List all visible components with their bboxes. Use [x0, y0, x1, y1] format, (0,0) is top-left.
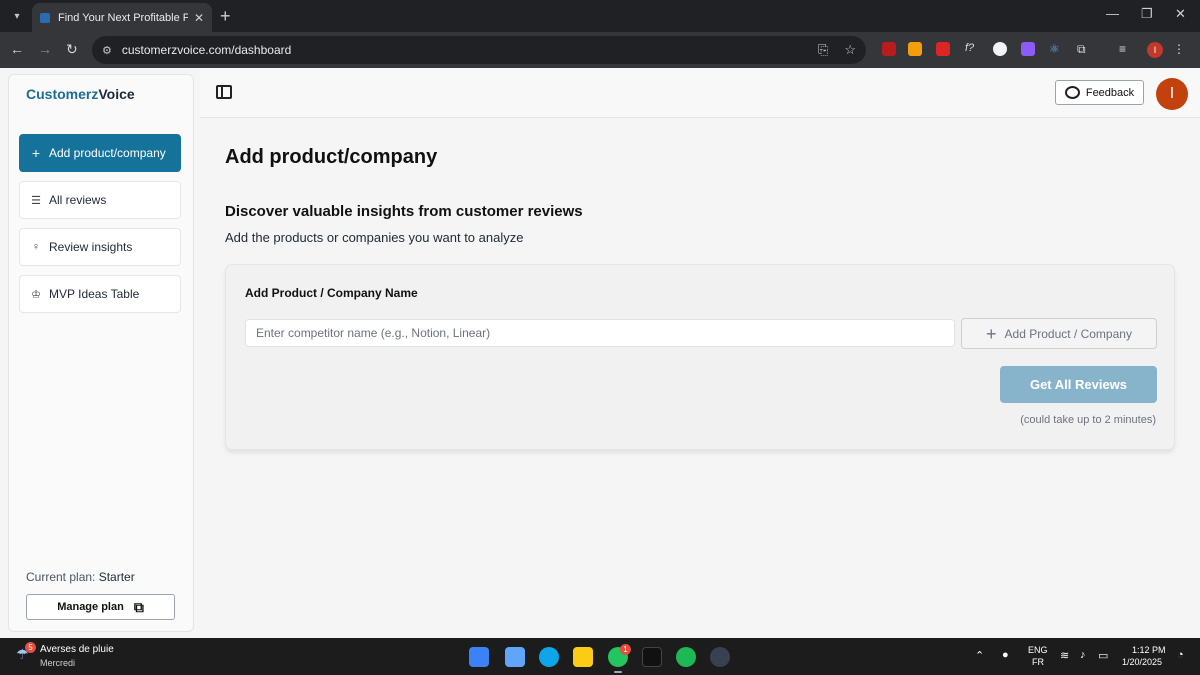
wifi-icon[interactable]: ≋: [1060, 649, 1069, 662]
extensions-puzzle-icon[interactable]: ⧉: [1077, 42, 1091, 56]
window-close-icon[interactable]: ✕: [1175, 6, 1186, 22]
weather-day: Mercredi: [40, 658, 76, 668]
terminal-app-icon[interactable]: [642, 647, 662, 667]
add-product-card: Add Product / Company Name + Add Product…: [225, 264, 1175, 450]
react-devtools-icon[interactable]: ⚛: [1049, 42, 1063, 56]
tab-close-icon[interactable]: ✕: [194, 11, 204, 25]
sidebar-toggle-icon[interactable]: [216, 85, 232, 99]
site-favicon-icon: [40, 12, 50, 23]
sidebar-item-label: MVP Ideas Table: [49, 287, 140, 301]
tray-chevron-up-icon[interactable]: ⌃: [975, 649, 984, 662]
feedback-button[interactable]: Feedback: [1055, 80, 1144, 105]
sidebar-item-label: Add product/company: [49, 146, 166, 160]
sidebar: CustomerzVoice + Add product/company ☰ A…: [8, 74, 194, 632]
site-info-icon[interactable]: ⚙: [102, 44, 112, 57]
bookmark-star-icon[interactable]: ☆: [844, 42, 856, 58]
app-logo[interactable]: CustomerzVoice: [26, 86, 135, 102]
add-product-button[interactable]: + Add Product / Company: [961, 318, 1157, 349]
browser-menu-icon[interactable]: ⋮: [1173, 42, 1187, 56]
top-bar: Feedback I: [200, 68, 1200, 118]
minimize-icon[interactable]: —: [1106, 6, 1119, 21]
url-text: customerzvoice.com/dashboard: [121, 43, 292, 57]
file-explorer-icon[interactable]: [573, 647, 593, 667]
notepad-icon[interactable]: [505, 647, 525, 667]
browser-tab[interactable]: Find Your Next Profitable Produ ✕: [32, 3, 212, 32]
spotify-icon[interactable]: [676, 647, 696, 667]
external-link-icon: ⧉: [133, 598, 144, 615]
keyboard-layout: FR: [1032, 657, 1044, 667]
page-title: Add product/company: [225, 146, 438, 168]
taskbar: ☂ 5 Averses de pluie Mercredi 1 ⌃ ● ENG …: [0, 638, 1200, 675]
section-subtitle: Add the products or companies you want t…: [225, 230, 524, 245]
forward-icon[interactable]: →: [38, 41, 52, 57]
back-icon[interactable]: ←: [10, 41, 24, 57]
browser-toolbar: ← → ↻ ⚙ customerzvoice.com/dashboard ⎘ ☆…: [0, 32, 1200, 68]
extension-icon[interactable]: [882, 42, 896, 56]
ghost-extension-icon[interactable]: [993, 42, 1007, 56]
browser-tab-bar: ▾ Find Your Next Profitable Produ ✕ + — …: [0, 0, 1200, 32]
volume-icon[interactable]: ♪: [1080, 649, 1086, 661]
app-root: CustomerzVoice + Add product/company ☰ A…: [0, 68, 1200, 638]
weather-text[interactable]: Averses de pluie: [40, 644, 114, 655]
sidebar-item-label: All reviews: [49, 193, 107, 207]
edge-browser-icon[interactable]: [539, 647, 559, 667]
section-heading: Discover valuable insights from customer…: [225, 203, 583, 220]
company-name-label: Add Product / Company Name: [245, 286, 418, 300]
clock-date: 1/20/2025: [1122, 657, 1163, 667]
address-bar[interactable]: ⚙ customerzvoice.com/dashboard ⎘ ☆: [92, 36, 866, 64]
plus-icon: +: [31, 145, 41, 161]
sidebar-item-all-reviews[interactable]: ☰ All reviews: [19, 181, 181, 219]
get-all-reviews-button[interactable]: Get All Reviews: [1000, 366, 1157, 403]
plan-name: Starter: [98, 570, 135, 584]
extension-icon[interactable]: [908, 42, 922, 56]
new-tab-icon[interactable]: +: [220, 6, 231, 26]
manage-plan-button[interactable]: Manage plan ⧉: [26, 594, 175, 620]
chrome-badge: 1: [620, 644, 631, 655]
logo-prefix: Customerz: [26, 86, 99, 102]
battery-icon[interactable]: ▭: [1098, 649, 1108, 662]
manage-plan-label: Manage plan: [57, 601, 124, 613]
start-windows-icon[interactable]: [469, 647, 489, 667]
current-plan: Current plan: Starter: [26, 570, 135, 584]
competitor-name-input[interactable]: [245, 319, 955, 347]
sidebar-item-label: Review insights: [49, 240, 133, 254]
duration-note: (could take up to 2 minutes): [1020, 414, 1156, 426]
avatar[interactable]: I: [1156, 78, 1188, 110]
sidebar-item-mvp-ideas[interactable]: ♔ MVP Ideas Table: [19, 275, 181, 313]
obs-icon[interactable]: [710, 647, 730, 667]
restore-icon[interactable]: ❐: [1141, 6, 1153, 22]
logo-suffix: Voice: [98, 86, 135, 102]
reload-icon[interactable]: ↻: [66, 41, 78, 58]
feedback-label: Feedback: [1085, 86, 1135, 99]
language-indicator[interactable]: ENG: [1028, 645, 1048, 655]
crown-icon: ♔: [31, 288, 41, 301]
notifications-icon[interactable]: ◔: [1177, 649, 1184, 661]
browser-profile-avatar[interactable]: I: [1147, 42, 1163, 58]
clock-time[interactable]: 1:12 PM: [1132, 645, 1166, 655]
list-check-icon: ☰: [31, 194, 41, 207]
formula-extension-icon[interactable]: f?: [965, 42, 979, 56]
add-product-label: Add Product / Company: [1004, 326, 1132, 341]
weather-badge: 5: [25, 642, 36, 653]
reading-list-icon[interactable]: ≡: [1119, 42, 1133, 56]
chat-bubble-icon: [1064, 86, 1080, 99]
tab-title: Find Your Next Profitable Produ: [58, 11, 188, 24]
install-app-icon[interactable]: ⎘: [818, 42, 828, 58]
main-content: Add product/company Discover valuable in…: [200, 119, 1200, 638]
microphone-icon[interactable]: ●: [1002, 649, 1009, 661]
lightbulb-icon: ♀: [31, 241, 41, 253]
tab-search-icon[interactable]: ▾: [6, 6, 28, 26]
extension-icon[interactable]: [1021, 42, 1035, 56]
plan-prefix: Current plan:: [26, 570, 96, 584]
plus-icon: +: [986, 323, 997, 344]
sidebar-item-add-product[interactable]: + Add product/company: [19, 134, 181, 172]
extension-new-icon[interactable]: [936, 42, 950, 56]
sidebar-item-review-insights[interactable]: ♀ Review insights: [19, 228, 181, 266]
